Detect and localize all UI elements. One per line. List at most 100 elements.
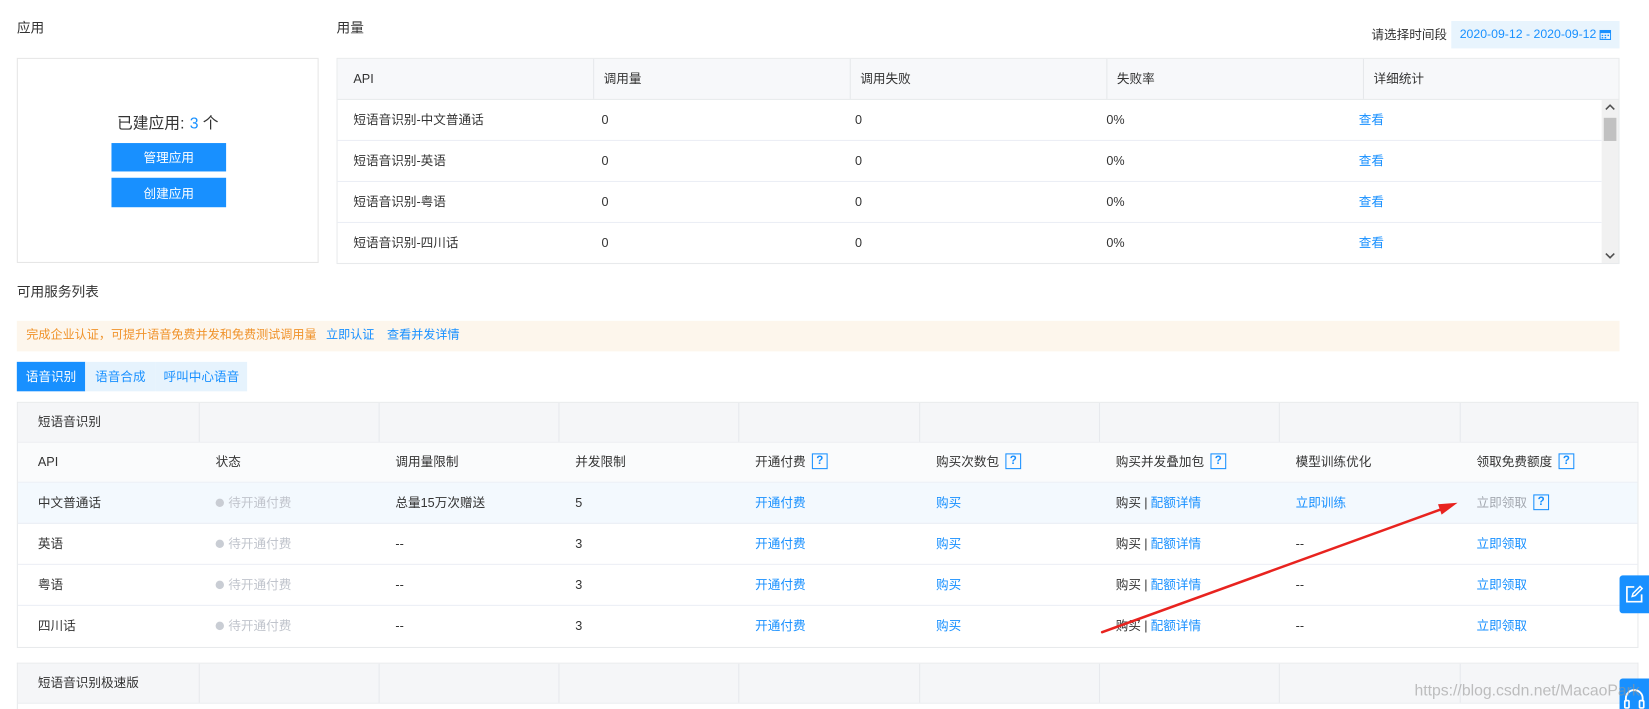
group-row-cell <box>378 663 559 703</box>
group-row-cell <box>1098 402 1279 442</box>
customer-support-button[interactable] <box>1619 678 1649 709</box>
col-header-call-limit: 调用量限制 <box>395 454 459 470</box>
notice-text: 完成企业认证，可提升语音免费并发和免费测试调用量 <box>26 329 317 342</box>
feedback-edit-button[interactable] <box>1619 575 1649 614</box>
call-limit: 总量15万次赠送 <box>395 495 486 511</box>
buy-pack-link[interactable]: 购买 <box>936 495 961 510</box>
service-group-row: 短语音识别极速版 <box>17 663 1638 704</box>
usage-calls: 0 <box>601 194 609 210</box>
usage-failure-rate: 0% <box>1106 112 1125 128</box>
activate-payment-link[interactable]: 开通付费 <box>755 495 805 510</box>
buy-pack-link[interactable]: 购买 <box>936 619 961 634</box>
activate-payment-cell: 开通付费 <box>738 565 919 605</box>
usage-api: 短语音识别-四川话 <box>353 235 459 251</box>
group-row-cell <box>558 402 738 442</box>
help-icon[interactable] <box>1005 453 1022 470</box>
claim-free-quota-link[interactable]: 立即领取 <box>1477 577 1527 592</box>
help-icon[interactable] <box>1558 453 1575 470</box>
service-api-name: 粤语 <box>37 577 64 593</box>
col-header-status: 状态 <box>215 454 241 470</box>
tab-speech-synthesis[interactable]: 语音合成 <box>85 361 156 392</box>
service-status: 待开通付费 <box>228 618 292 634</box>
created-apps-summary: 已建应用: 3 个 <box>18 114 318 135</box>
concurrency-limit: 3 <box>575 536 583 552</box>
service-table: 短语音识别极速版 <box>16 662 1639 709</box>
usage-api: 短语音识别-粤语 <box>353 194 446 210</box>
date-range-picker[interactable]: 2020-09-12 - 2020-09-12 <box>1451 21 1620 49</box>
service-api-name: 四川话 <box>37 618 76 634</box>
created-apps-unit: 个 <box>202 114 219 133</box>
group-row-cell <box>919 663 1099 703</box>
chevron-down-icon[interactable] <box>1605 251 1616 259</box>
col-header-free-quota: 领取免费额度 <box>1460 443 1638 482</box>
service-api-name: 英语 <box>37 536 64 552</box>
usage-detail-link[interactable]: 查看 <box>1359 195 1384 210</box>
annotation-arrow-shaft <box>1100 508 1443 634</box>
claim-free-quota-disabled: 立即领取 <box>1476 495 1528 511</box>
buy-pack-link[interactable]: 购买 <box>936 536 961 551</box>
help-icon[interactable] <box>1533 494 1550 511</box>
group-row-cell <box>1098 663 1279 703</box>
call-limit: -- <box>395 618 404 634</box>
service-group-name: 短语音识别极速版 <box>37 675 139 691</box>
claim-free-quota-link[interactable]: 立即领取 <box>1477 619 1527 634</box>
group-row-cell <box>1278 402 1460 442</box>
concurrency-limit-cell: 5 <box>558 483 738 523</box>
concurrency-limit: 5 <box>575 495 583 511</box>
buy-pack-cell: 购买 <box>919 524 1099 564</box>
activate-payment-cell: 开通付费 <box>738 483 919 523</box>
service-api-cell: 四川话 <box>18 606 199 647</box>
status-dot-icon <box>215 621 225 631</box>
service-api-name: 中文普通话 <box>37 495 101 511</box>
usage-failures: 0 <box>854 235 863 251</box>
call-limit: -- <box>395 577 404 593</box>
activate-payment-link[interactable]: 开通付费 <box>755 619 805 634</box>
usage-detail-link[interactable]: 查看 <box>1359 236 1384 251</box>
activate-payment-cell: 开通付费 <box>738 606 919 647</box>
usage-calls: 0 <box>601 153 609 169</box>
call-limit-cell: 总量15万次赠送 <box>379 483 559 523</box>
service-api-cell: 中文普通话 <box>18 483 199 523</box>
service-status-cell: 待开通付费 <box>199 483 379 523</box>
service-status: 待开通付费 <box>228 536 292 552</box>
usage-table-header: API 调用量 调用失败 失败率 详细统计 <box>337 58 1619 100</box>
usage-failures: 0 <box>854 194 863 210</box>
manage-apps-button[interactable]: 管理应用 <box>111 143 227 172</box>
chevron-up-icon[interactable] <box>1605 103 1616 111</box>
apps-card: 已建应用: 3 个 管理应用 创建应用 <box>16 57 319 263</box>
group-row-cell <box>1459 663 1638 703</box>
usage-detail-link[interactable]: 查看 <box>1359 154 1384 169</box>
concurrency-limit-cell: 3 <box>558 524 738 564</box>
usage-row: 短语音识别-中文普通话 0 0 0% 查看 <box>337 100 1602 141</box>
usage-calls: 0 <box>601 235 609 251</box>
usage-scrollbar[interactable] <box>1601 99 1619 263</box>
usage-table-body: 短语音识别-中文普通话 0 0 0% 查看 短语音识别-英语 0 0 0% 查看… <box>337 100 1602 263</box>
concurrency-details-link[interactable]: 查看并发详情 <box>387 329 460 342</box>
usage-failure-rate: 0% <box>1106 194 1125 210</box>
col-header-label: 领取免费额度 <box>1476 454 1553 470</box>
usage-row: 短语音识别-四川话 0 0 0% 查看 <box>338 223 1602 263</box>
claim-free-quota-link[interactable]: 立即领取 <box>1477 536 1527 551</box>
usage-col-header: 详细统计 <box>1373 71 1424 87</box>
usage-col-header: 调用量 <box>594 58 851 99</box>
help-icon[interactable] <box>1210 453 1227 470</box>
tab-call-center-speech[interactable]: 呼叫中心语音 <box>155 361 248 392</box>
tab-speech-recognition[interactable]: 语音识别 <box>16 361 86 392</box>
certify-now-link[interactable]: 立即认证 <box>326 329 374 342</box>
free-quota-cell: 立即领取 <box>1460 606 1638 647</box>
buy-pack-cell: 购买 <box>919 483 1099 523</box>
col-header-buy-pack: 购买次数包 <box>919 443 1099 482</box>
certification-notice: 完成企业认证，可提升语音免费并发和免费测试调用量 立即认证 查看并发详情 <box>16 320 1620 352</box>
help-icon[interactable] <box>811 453 828 470</box>
usage-section-title: 用量 <box>336 19 364 36</box>
service-status: 待开通付费 <box>228 577 292 593</box>
usage-detail-link[interactable]: 查看 <box>1359 113 1384 128</box>
date-range-value: 2020-09-12 - 2020-09-12 <box>1459 27 1597 42</box>
buy-pack-link[interactable]: 购买 <box>936 577 961 592</box>
activate-payment-link[interactable]: 开通付费 <box>755 536 805 551</box>
create-app-button[interactable]: 创建应用 <box>111 177 227 208</box>
usage-detail-cell: 查看 <box>1343 100 1602 140</box>
scrollbar-thumb[interactable] <box>1603 117 1617 141</box>
usage-table: API 调用量 调用失败 失败率 详细统计 短语音识别-中文普通话 0 0 0%… <box>336 57 1620 265</box>
activate-payment-link[interactable]: 开通付费 <box>755 577 805 592</box>
